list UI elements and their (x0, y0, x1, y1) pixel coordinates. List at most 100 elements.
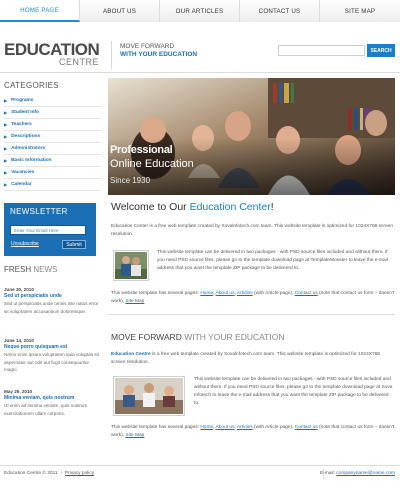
footer-separator: | (60, 471, 62, 476)
unsubscribe-link[interactable]: Unsubscribe (11, 241, 39, 247)
link-contact[interactable]: Contact us (295, 425, 318, 430)
footer-right: E-mail: companyname@name.com (320, 471, 395, 476)
welcome-intro: Education Center is a free web template … (111, 224, 394, 237)
hero-heading-line2: Online Education (110, 158, 194, 170)
welcome-thumbnail (113, 250, 149, 281)
arrow-right-icon: ▶ (4, 110, 8, 115)
categories-list: ▶ Programs ▶ Student Info ▶ Teachers ▶ Descr… (4, 95, 101, 191)
nav-tab-articles[interactable]: OUR ARTICLES (160, 0, 240, 22)
top-navigation: HOME PAGE ABOUT US OUR ARTICLES CONTACT … (0, 0, 400, 22)
welcome-heading-c: ! (270, 201, 274, 213)
welcome-packages-text: This website template can be delivered i… (157, 250, 388, 271)
news-date: June 30, 2010 (4, 287, 34, 292)
news-date: June 14, 2010 (4, 338, 34, 343)
category-item-administrators[interactable]: ▶ Administrators (4, 143, 101, 155)
category-item-programs[interactable]: ▶ Programs (4, 95, 101, 107)
hero-heading-line3: Since 1930 (110, 176, 151, 185)
category-item-vacancies[interactable]: ▶ Vacancies (4, 167, 101, 179)
nav-tab-about[interactable]: ABOUT US (80, 0, 160, 22)
fresh-news-heading: FRESH NEWS (4, 265, 57, 274)
arrow-right-icon: ▶ (4, 170, 8, 175)
hero-heading-line1: Professional (110, 144, 173, 156)
move-forward-intro: Education Centre is a free web template … (111, 351, 395, 367)
welcome-pages-text: This website template has several pages:… (111, 291, 395, 304)
hero-banner-image (108, 78, 395, 195)
category-label: Student Info (11, 110, 40, 115)
search-button[interactable]: SEARCH (367, 44, 395, 57)
welcome-heading-b: Education Center (189, 201, 271, 213)
link-articles[interactable]: Articles (237, 291, 253, 296)
pages-mid: (with Article page), (253, 291, 294, 296)
pages-mid: (with Article page), (253, 425, 294, 430)
news-body: Ut enim ad minima veniam, quis nostrum e… (4, 403, 88, 416)
link-home[interactable]: Home (200, 425, 213, 430)
privacy-policy-link[interactable]: Privacy policy (65, 471, 94, 476)
move-forward-heading-b: WITH YOUR EDUCATION (184, 332, 285, 342)
intro-bold-link[interactable]: Education Centre (111, 352, 151, 357)
news-body: Nemo enim ipsam voluptatem quia voluptas… (4, 352, 99, 372)
move-forward-pages-text: This website template has several pages:… (111, 425, 395, 438)
footer-copyright: Education Centre © 2011 (4, 471, 58, 476)
arrow-right-icon: ▶ (4, 134, 8, 139)
category-label: Administrators (11, 146, 46, 151)
slogan-line2: WITH YOUR EDUCATION (120, 51, 198, 58)
news-headline-link[interactable]: Neque porro quisquam est (4, 344, 102, 350)
news-date: May 29, 2010 (4, 389, 33, 394)
category-label: Basic Information (11, 158, 52, 163)
link-sitemap[interactable]: Site Map (125, 299, 144, 304)
news-body: Sed ut perspiciatis unde omnis iste natu… (4, 301, 99, 314)
link-about[interactable]: About us (216, 425, 235, 430)
classroom-thumbnail-image (115, 378, 183, 414)
link-home[interactable]: Home (200, 291, 213, 296)
category-label: Descriptions (11, 134, 41, 139)
footer-email-label: E-mail: (319, 471, 335, 476)
arrow-right-icon: ▶ (4, 182, 8, 187)
link-sitemap[interactable]: Site Map (125, 433, 144, 438)
link-articles[interactable]: Articles (237, 425, 253, 430)
intro-rest: is a free web template created by Sovaln… (111, 352, 380, 365)
news-headline-link[interactable]: Minima veniam, quis nostrum (4, 395, 102, 401)
search-input[interactable] (278, 45, 365, 56)
fresh-news-heading-b: NEWS (33, 265, 58, 274)
slogan-line1: MOVE FORWARD (120, 43, 175, 50)
newsletter-heading: NEWSLETTER (10, 207, 68, 216)
welcome-heading: Welcome to Our Education Center! (111, 201, 274, 213)
fresh-news-heading-a: FRESH (4, 265, 32, 274)
category-item-teachers[interactable]: ▶ Teachers (4, 119, 101, 131)
news-item: June 30, 2010 Sed ut perspiciatis unde S… (4, 287, 102, 315)
category-item-basic-information[interactable]: ▶ Basic Information (4, 155, 101, 167)
news-item: June 14, 2010 Neque porro quisquam est N… (4, 338, 102, 374)
category-label: Calendar (11, 182, 32, 187)
category-item-calendar[interactable]: ▶ Calendar (4, 179, 101, 191)
category-item-student-info[interactable]: ▶ Student Info (4, 107, 101, 119)
news-headline-link[interactable]: Sed ut perspiciatis unde (4, 293, 102, 299)
footer-email-link[interactable]: companyname@name.com (336, 471, 395, 476)
link-contact[interactable]: Contact us (295, 291, 318, 296)
newsletter-submit-button[interactable]: Submit (62, 240, 86, 249)
move-forward-packages-text: This website template can be delivered i… (194, 377, 393, 406)
arrow-right-icon: ▶ (4, 98, 8, 103)
categories-heading: CATEGORIES (4, 81, 59, 90)
footer-left: Education Centre © 2011 | Privacy policy (4, 471, 94, 476)
news-item: May 29, 2010 Minima veniam, quis nostrum… (4, 389, 102, 417)
move-forward-thumbnail (113, 376, 185, 416)
logo-subtitle: CENTRE (59, 57, 100, 67)
welcome-heading-a: Welcome to Our (111, 201, 187, 213)
pages-pre: This website template has several pages: (111, 425, 199, 430)
footer-divider (0, 465, 400, 466)
nav-tab-contact[interactable]: CONTACT US (240, 0, 320, 22)
students-photo (108, 78, 395, 195)
move-forward-heading-a: MOVE FORWARD (111, 332, 182, 342)
category-item-descriptions[interactable]: ▶ Descriptions (4, 131, 101, 143)
newsletter-email-input[interactable] (10, 225, 86, 235)
category-label: Teachers (11, 122, 32, 127)
arrow-right-icon: ▶ (4, 122, 8, 127)
nav-tab-home[interactable]: HOME PAGE (0, 0, 80, 22)
link-about[interactable]: About us (216, 291, 235, 296)
category-label: Programs (11, 98, 34, 103)
move-forward-heading: MOVE FORWARD WITH YOUR EDUCATION (111, 332, 285, 342)
arrow-right-icon: ▶ (4, 146, 8, 151)
nav-tab-sitemap[interactable]: SITE MAP (320, 0, 400, 22)
section-divider (108, 314, 395, 315)
category-label: Vacancies (11, 170, 35, 175)
